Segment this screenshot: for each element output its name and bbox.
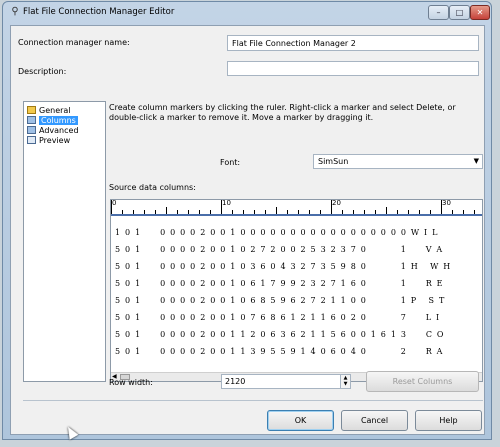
ruler-tick (408, 210, 409, 214)
ruler-tick (474, 210, 475, 214)
row-width-value: 2120 (225, 377, 246, 386)
ruler-label: 30 (442, 199, 451, 207)
spin-arrows-icon[interactable]: ▲ ▼ (340, 375, 350, 388)
source-data-grid[interactable]: 0 10 20 30 1 0 1 0 0 0 0 2 0 0 1 0 0 0 0… (110, 199, 483, 382)
data-row: 5 0 1 0 0 0 0 2 0 0 1 0 6 8 5 9 6 2 7 2 … (115, 296, 446, 305)
nav-item-label: Advanced (39, 126, 79, 135)
chevron-down-icon: ▼ (473, 157, 479, 165)
ruler-tick (177, 210, 178, 214)
ruler-tick (441, 200, 442, 214)
connection-name-label: Connection manager name: (18, 38, 130, 47)
ruler-tick (265, 210, 266, 214)
nav-item-label: Columns (39, 116, 78, 125)
editor-window: ⚲ Flat File Connection Manager Editor – … (2, 1, 492, 440)
minimize-button[interactable]: – (428, 5, 449, 20)
ruler-tick (199, 210, 200, 214)
ok-button[interactable]: OK (267, 410, 334, 431)
data-row: 5 0 1 0 0 0 0 2 0 0 1 0 3 6 0 4 3 2 7 3 … (115, 262, 452, 271)
nav-item-label: Preview (39, 136, 71, 145)
maximize-button[interactable]: □ (449, 5, 470, 20)
ruler-label: 10 (222, 199, 231, 207)
ruler-tick (111, 200, 112, 214)
connection-name-field[interactable]: Flat File Connection Manager 2 (227, 35, 479, 51)
ruler-tick (419, 210, 420, 214)
ruler-tick (353, 210, 354, 214)
ruler-tick (243, 210, 244, 214)
close-button[interactable]: ✕ (470, 5, 490, 20)
ruler-tick (463, 210, 464, 214)
ruler-tick (144, 210, 145, 214)
data-row: 5 0 1 0 0 0 0 2 0 0 1 0 2 7 2 0 0 2 5 3 … (115, 245, 444, 254)
columns-icon (27, 116, 36, 124)
ruler-tick (188, 210, 189, 214)
data-row: 5 0 1 0 0 0 0 2 0 0 1 0 7 6 8 6 1 2 1 1 … (115, 313, 441, 322)
data-row: 5 0 1 0 0 0 0 2 0 0 1 1 2 0 6 3 6 2 1 1 … (115, 330, 445, 339)
description-label: Description: (18, 67, 67, 76)
font-label: Font: (220, 158, 241, 167)
dialog-client-area: Connection manager name: Flat File Conne… (10, 25, 485, 435)
source-columns-label: Source data columns: (109, 183, 196, 192)
page-navigation-list: General Columns Advanced Preview (23, 101, 106, 382)
general-icon (27, 106, 36, 114)
reset-columns-button[interactable]: Reset Columns (366, 371, 479, 392)
window-app-icon: ⚲ (11, 6, 19, 17)
ruler-tick (133, 210, 134, 214)
data-row: 5 0 1 0 0 0 0 2 0 0 1 1 3 9 5 5 9 1 4 0 … (115, 347, 444, 356)
nav-item-columns[interactable]: Columns (27, 116, 78, 126)
ruler-tick (397, 210, 398, 214)
ruler-tick (166, 207, 167, 214)
ruler-tick (122, 210, 123, 214)
ruler-tick (221, 200, 222, 214)
row-width-label: Row width: (109, 378, 153, 387)
ruler-tick (232, 210, 233, 214)
data-row: 5 0 1 0 0 0 0 2 0 0 1 0 6 1 7 9 9 2 3 2 … (115, 279, 444, 288)
data-row: 1 0 1 0 0 0 0 2 0 0 1 0 0 0 0 0 0 0 0 0 … (115, 228, 439, 237)
font-dropdown[interactable]: SimSun ▼ (313, 154, 483, 169)
ruler-tick (287, 210, 288, 214)
cancel-button[interactable]: Cancel (341, 410, 408, 431)
window-title: Flat File Connection Manager Editor (23, 7, 175, 17)
nav-item-label: General (39, 106, 71, 115)
description-field[interactable] (227, 61, 479, 76)
advanced-icon (27, 126, 36, 134)
ruler-label: 20 (332, 199, 341, 207)
ruler-tick (342, 210, 343, 214)
column-ruler[interactable]: 0 10 20 30 (111, 200, 482, 216)
columns-instructions: Create column markers by clicking the ru… (109, 103, 456, 122)
row-width-stepper[interactable]: 2120 ▲ ▼ (221, 374, 351, 389)
help-button[interactable]: Help (415, 410, 482, 431)
ruler-tick (386, 207, 387, 214)
ruler-tick (254, 210, 255, 214)
preview-icon (27, 136, 36, 144)
ruler-tick (309, 210, 310, 214)
ruler-tick (331, 200, 332, 214)
data-rows: 1 0 1 0 0 0 0 2 0 0 1 0 0 0 0 0 0 0 0 0 … (115, 224, 451, 360)
ruler-tick (210, 210, 211, 214)
ruler-tick (375, 210, 376, 214)
ruler-tick (276, 207, 277, 214)
ruler-tick (155, 210, 156, 214)
nav-item-general[interactable]: General (27, 106, 71, 116)
footer-divider (23, 400, 483, 401)
ruler-tick (364, 210, 365, 214)
title-bar[interactable]: ⚲ Flat File Connection Manager Editor – … (3, 2, 491, 24)
ruler-tick (298, 210, 299, 214)
ruler-tick (320, 210, 321, 214)
ruler-label: 0 (112, 199, 117, 207)
nav-item-advanced[interactable]: Advanced (27, 126, 79, 136)
ruler-tick (452, 210, 453, 214)
ruler-tick (430, 210, 431, 214)
font-dropdown-value: SimSun (318, 157, 349, 166)
nav-item-preview[interactable]: Preview (27, 136, 70, 146)
